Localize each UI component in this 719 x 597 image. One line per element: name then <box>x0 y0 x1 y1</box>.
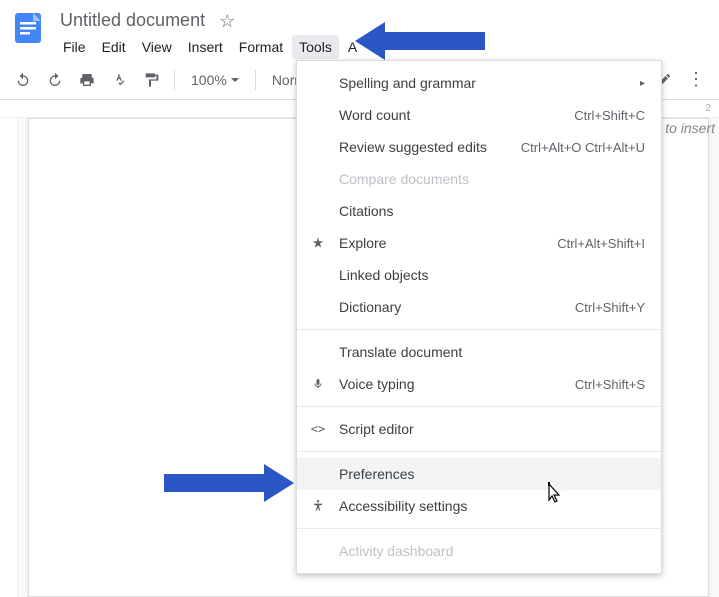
menu-label: Review suggested edits <box>339 139 521 155</box>
menu-compare-documents: Compare documents <box>297 163 661 195</box>
toolbar-separator <box>255 70 256 90</box>
annotation-arrow-tools <box>355 18 485 64</box>
annotation-arrow-preferences <box>164 460 294 506</box>
print-button[interactable] <box>74 67 100 93</box>
microphone-icon <box>307 374 329 394</box>
blank-icon <box>307 201 329 221</box>
spellcheck-button[interactable] <box>106 67 132 93</box>
zoom-value: 100% <box>191 72 227 88</box>
vertical-ruler[interactable] <box>0 118 18 597</box>
explore-icon <box>307 233 329 253</box>
menu-linked-objects[interactable]: Linked objects <box>297 259 661 291</box>
shortcut-label: Ctrl+Shift+S <box>575 377 645 392</box>
undo-button[interactable] <box>10 67 36 93</box>
shortcut-label: Ctrl+Shift+C <box>574 108 645 123</box>
toolbar-separator <box>174 70 175 90</box>
blank-icon <box>307 73 329 93</box>
menu-tools[interactable]: Tools <box>292 35 339 59</box>
menu-preferences[interactable]: Preferences <box>297 458 661 490</box>
menu-label: Explore <box>339 235 557 251</box>
menu-format[interactable]: Format <box>232 35 290 59</box>
tools-dropdown: Spelling and grammar ▸ Word count Ctrl+S… <box>296 60 662 574</box>
menu-edit[interactable]: Edit <box>95 35 133 59</box>
menu-label: Accessibility settings <box>339 498 645 514</box>
shortcut-label: Ctrl+Alt+O Ctrl+Alt+U <box>521 140 645 155</box>
menu-accessibility[interactable]: Accessibility settings <box>297 490 661 522</box>
menu-script-editor[interactable]: <> Script editor <box>297 413 661 445</box>
menu-label: Spelling and grammar <box>339 75 632 91</box>
menu-label: Preferences <box>339 466 645 482</box>
caret-icon <box>231 78 239 82</box>
menu-spelling-grammar[interactable]: Spelling and grammar ▸ <box>297 67 661 99</box>
shortcut-label: Ctrl+Alt+Shift+I <box>557 236 645 251</box>
hint-text: to insert <box>665 120 715 136</box>
menu-activity-dashboard: Activity dashboard <box>297 535 661 567</box>
menu-translate[interactable]: Translate document <box>297 336 661 368</box>
blank-icon <box>307 541 329 561</box>
menu-label: Script editor <box>339 421 645 437</box>
ruler-tick: 2 <box>705 103 711 114</box>
blank-icon <box>307 105 329 125</box>
menu-dictionary[interactable]: Dictionary Ctrl+Shift+Y <box>297 291 661 323</box>
menu-voice-typing[interactable]: Voice typing Ctrl+Shift+S <box>297 368 661 400</box>
blank-icon <box>307 297 329 317</box>
docs-logo[interactable] <box>8 8 48 48</box>
menu-label: Translate document <box>339 344 645 360</box>
submenu-arrow-icon: ▸ <box>640 78 645 89</box>
menu-label: Activity dashboard <box>339 543 645 559</box>
menu-label: Linked objects <box>339 267 645 283</box>
menu-label: Voice typing <box>339 376 575 392</box>
shortcut-label: Ctrl+Shift+Y <box>575 300 645 315</box>
menu-insert[interactable]: Insert <box>181 35 230 59</box>
blank-icon <box>307 265 329 285</box>
menu-view[interactable]: View <box>135 35 179 59</box>
menu-citations[interactable]: Citations <box>297 195 661 227</box>
menu-label: Word count <box>339 107 574 123</box>
menu-label: Dictionary <box>339 299 575 315</box>
blank-icon <box>307 169 329 189</box>
menu-separator <box>297 406 661 407</box>
blank-icon <box>307 137 329 157</box>
menu-explore[interactable]: Explore Ctrl+Alt+Shift+I <box>297 227 661 259</box>
menu-label: Citations <box>339 203 645 219</box>
menu-separator <box>297 528 661 529</box>
menu-separator <box>297 451 661 452</box>
code-icon: <> <box>307 419 329 439</box>
menu-separator <box>297 329 661 330</box>
redo-button[interactable] <box>42 67 68 93</box>
blank-icon <box>307 464 329 484</box>
menu-word-count[interactable]: Word count Ctrl+Shift+C <box>297 99 661 131</box>
menu-file[interactable]: File <box>56 35 93 59</box>
zoom-select[interactable]: 100% <box>185 72 245 88</box>
menu-label: Compare documents <box>339 171 645 187</box>
star-icon[interactable]: ☆ <box>219 12 235 30</box>
blank-icon <box>307 342 329 362</box>
menu-review-suggested[interactable]: Review suggested edits Ctrl+Alt+O Ctrl+A… <box>297 131 661 163</box>
accessibility-icon <box>307 496 329 516</box>
document-title[interactable]: Untitled document <box>56 8 209 33</box>
paint-format-button[interactable] <box>138 67 164 93</box>
more-button[interactable]: ⋮ <box>683 67 709 93</box>
mouse-cursor-icon <box>543 482 563 509</box>
